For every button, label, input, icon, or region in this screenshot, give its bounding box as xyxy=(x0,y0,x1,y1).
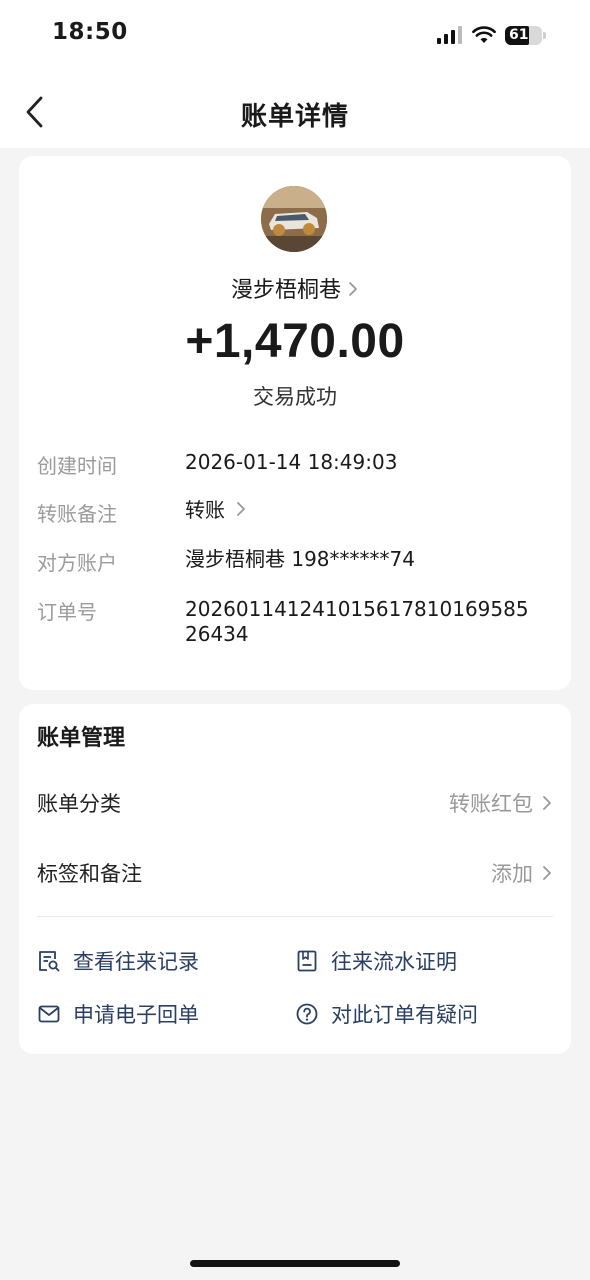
order-number-label: 订单号 xyxy=(37,600,97,624)
order-question-button[interactable]: 对此订单有疑问 xyxy=(295,999,478,1029)
transfer-note-text: 转账 xyxy=(185,498,225,522)
bill-category-label: 账单分类 xyxy=(37,792,121,816)
payee-avatar[interactable] xyxy=(261,186,327,252)
payee-link[interactable]: 漫步梧桐巷 xyxy=(19,272,571,304)
chevron-right-icon xyxy=(543,796,551,810)
status-time: 18:50 xyxy=(52,19,128,45)
tags-notes-text: 添加 xyxy=(491,862,533,886)
counterparty-account-label: 对方账户 xyxy=(37,551,117,575)
battery-icon: 61 xyxy=(505,25,546,45)
tags-notes-add[interactable]: 添加 xyxy=(491,858,553,888)
bill-category-value[interactable]: 转账红包 xyxy=(449,788,553,818)
view-records-label: 查看往来记录 xyxy=(73,950,199,974)
e-receipt-button[interactable]: 申请电子回单 xyxy=(37,999,199,1029)
status-bar: 18:50 61 xyxy=(0,0,590,70)
transfer-note-value[interactable]: 转账 xyxy=(185,498,545,524)
transaction-card: 漫步梧桐巷 +1,470.00 交易成功 创建时间 2026-01-14 18:… xyxy=(19,156,571,690)
created-time-label: 创建时间 xyxy=(37,454,117,478)
page-title: 账单详情 xyxy=(240,102,349,132)
section-title: 账单管理 xyxy=(37,726,126,751)
wifi-icon xyxy=(472,26,496,43)
divider xyxy=(37,916,553,917)
view-records-button[interactable]: 查看往来记录 xyxy=(37,946,199,976)
chevron-right-icon xyxy=(543,866,551,880)
status-icons: 61 xyxy=(437,24,546,46)
mail-icon xyxy=(38,1005,60,1023)
home-indicator[interactable] xyxy=(190,1260,400,1267)
question-icon xyxy=(296,1003,318,1025)
transaction-status: 交易成功 xyxy=(253,385,337,409)
tags-notes-label: 标签和备注 xyxy=(37,862,142,886)
bill-management-card: 账单管理 账单分类 转账红包 标签和备注 添加 查看往来记录 往来流水证明 申请… xyxy=(19,704,571,1054)
chevron-right-icon xyxy=(347,279,359,304)
counterparty-account-value: 漫步梧桐巷 198******74 xyxy=(185,547,415,571)
created-time-value: 2026-01-14 18:49:03 xyxy=(185,450,398,474)
statement-proof-button[interactable]: 往来流水证明 xyxy=(295,946,457,976)
record-search-icon xyxy=(39,951,60,972)
bill-category-text: 转账红包 xyxy=(449,792,533,816)
transaction-amount: +1,470.00 xyxy=(185,315,405,368)
transfer-note-label: 转账备注 xyxy=(37,502,117,526)
bookmark-doc-icon xyxy=(297,950,317,972)
statement-proof-label: 往来流水证明 xyxy=(331,950,457,974)
battery-level: 61 xyxy=(509,26,529,43)
payee-name: 漫步梧桐巷 xyxy=(230,278,341,303)
chevron-right-icon xyxy=(235,499,247,524)
e-receipt-label: 申请电子回单 xyxy=(73,1003,199,1027)
navigation-bar: 账单详情 xyxy=(0,70,590,148)
order-number-value: 20260114124101561781016958526434 xyxy=(185,597,529,646)
order-question-label: 对此订单有疑问 xyxy=(331,1003,478,1027)
cellular-signal-icon xyxy=(437,26,462,44)
